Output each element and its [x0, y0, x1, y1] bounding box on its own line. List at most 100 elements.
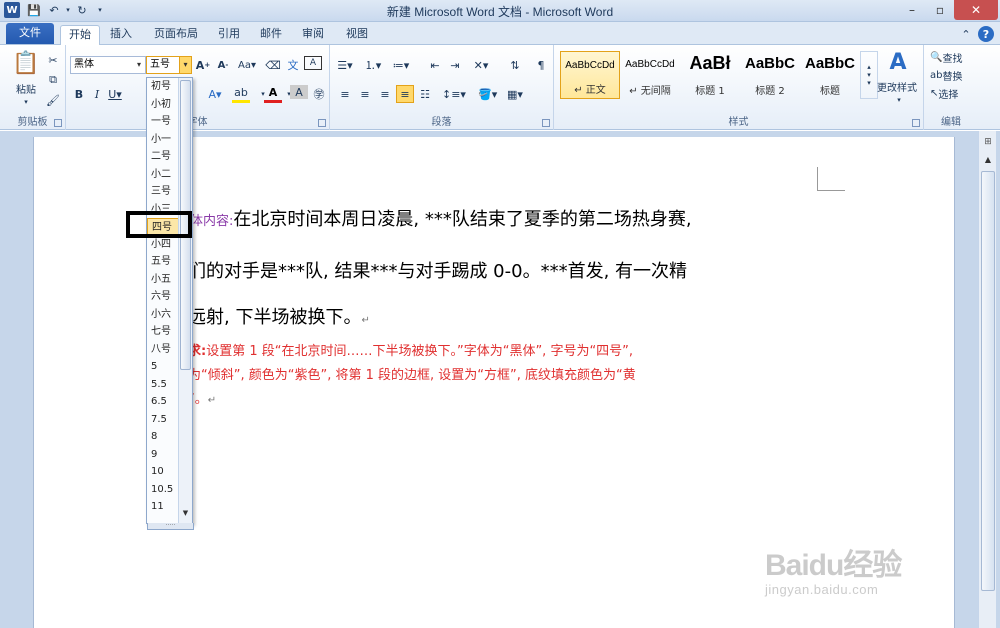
paragraph-dialog-launcher[interactable]: [542, 119, 550, 127]
font-size-option[interactable]: 二号: [147, 148, 179, 166]
tab-review[interactable]: 审阅: [294, 25, 332, 45]
font-size-option[interactable]: 六号: [147, 288, 179, 306]
highlight-icon[interactable]: ab: [232, 85, 250, 103]
style-title[interactable]: AaBbC 标题: [800, 51, 860, 99]
phonetic-guide-icon[interactable]: 文: [284, 56, 302, 74]
font-size-option[interactable]: 八号: [147, 341, 179, 359]
tab-insert[interactable]: 插入: [102, 25, 140, 45]
font-size-option[interactable]: 8: [147, 428, 179, 446]
tab-page-layout[interactable]: 页面布局: [146, 25, 206, 45]
change-case-icon[interactable]: Aa▾: [238, 56, 256, 74]
shading-icon[interactable]: 🪣▾: [478, 85, 497, 103]
bold-icon[interactable]: B: [70, 85, 88, 103]
clipboard-dialog-launcher[interactable]: [54, 119, 62, 127]
show-formatting-icon[interactable]: ¶: [532, 56, 550, 74]
tab-view[interactable]: 视图: [338, 25, 376, 45]
font-size-option[interactable]: 小一: [147, 131, 179, 149]
tab-home[interactable]: 开始: [60, 25, 100, 45]
multilevel-list-icon[interactable]: ≔▾: [392, 56, 410, 74]
increase-indent-icon[interactable]: ⇥: [446, 56, 464, 74]
sort-icon[interactable]: ⇅: [506, 56, 524, 74]
clear-formatting-icon[interactable]: ⌫: [264, 56, 282, 74]
font-size-option[interactable]: 9: [147, 446, 179, 464]
minimize-button[interactable]: –: [898, 0, 926, 20]
find-button[interactable]: 🔍 查找: [930, 48, 978, 66]
line-spacing-icon[interactable]: ↕≡▾: [442, 85, 466, 103]
font-size-option[interactable]: 6.5: [147, 393, 179, 411]
font-size-option[interactable]: 小五: [147, 271, 179, 289]
tab-mailings[interactable]: 邮件: [252, 25, 290, 45]
font-size-option[interactable]: 五号: [147, 253, 179, 271]
grow-font-icon[interactable]: A +: [194, 56, 212, 74]
font-size-option[interactable]: 10: [147, 463, 179, 481]
style-no-spacing[interactable]: AaBbCcDd ↵ 无间隔: [620, 51, 680, 99]
character-border-icon[interactable]: A: [304, 56, 322, 70]
tab-file[interactable]: 文件: [6, 23, 54, 44]
font-size-option[interactable]: 小六: [147, 306, 179, 324]
tab-references[interactable]: 引用: [210, 25, 248, 45]
scroll-up-icon[interactable]: ▲: [980, 155, 996, 169]
dropdown-scroll-down-icon[interactable]: ▼: [180, 509, 191, 521]
align-left-icon[interactable]: ≡: [336, 85, 354, 103]
bullets-icon[interactable]: ☰▾: [336, 56, 354, 74]
styles-dialog-launcher[interactable]: [912, 119, 920, 127]
font-size-combo[interactable]: 五号 ▾: [146, 56, 192, 74]
font-size-option[interactable]: 小二: [147, 166, 179, 184]
font-size-option[interactable]: 5.5: [147, 376, 179, 394]
help-icon[interactable]: ?: [978, 26, 994, 42]
font-size-option[interactable]: 5: [147, 358, 179, 376]
numbering-icon[interactable]: ⒈▾: [364, 56, 382, 74]
font-size-option[interactable]: 一号: [147, 113, 179, 131]
body-line-3[interactable]: 远射, 下半场被换下。↵: [188, 303, 370, 329]
vertical-scrollbar[interactable]: ⊞ ▲: [978, 131, 996, 628]
font-size-option[interactable]: 小四: [147, 236, 179, 254]
body-line-2[interactable]: 们的对手是***队, 结果***与对手踢成 0-0。***首发, 有一次精: [188, 257, 687, 283]
align-right-icon[interactable]: ≡: [376, 85, 394, 103]
style-heading-2[interactable]: AaBbC 标题 2: [740, 51, 800, 99]
italic-icon[interactable]: I: [88, 85, 106, 103]
maximize-button[interactable]: ▫: [926, 0, 954, 20]
body-line-1[interactable]: 体内容:在北京时间本周日凌晨, ***队结束了夏季的第二场热身赛,: [190, 205, 692, 231]
font-size-option[interactable]: 小初: [147, 96, 179, 114]
align-center-icon[interactable]: ≡: [356, 85, 374, 103]
minimize-ribbon-icon[interactable]: ⌃: [958, 26, 974, 42]
text-effects-icon[interactable]: A▾: [206, 85, 224, 103]
format-painter-icon[interactable]: 🖌: [44, 91, 62, 109]
font-size-dropdown[interactable]: 初号 小初 一号 小一 二号 小二 三号 小三 四号 小四 五号 小五 六号 小六 七号 八号 5 5.5 6.5 7…: [146, 77, 194, 530]
change-styles-icon[interactable]: A: [880, 49, 916, 75]
select-button[interactable]: ↖ 选择: [930, 84, 978, 102]
font-dialog-launcher[interactable]: [318, 119, 326, 127]
decrease-indent-icon[interactable]: ⇤: [426, 56, 444, 74]
distributed-icon[interactable]: ☷: [416, 85, 434, 103]
borders-icon[interactable]: ▦▾: [506, 85, 524, 103]
justify-icon[interactable]: ≡: [396, 85, 414, 103]
paste-dropdown-icon[interactable]: ▾: [10, 93, 42, 111]
enclose-characters-icon[interactable]: ㊫: [310, 85, 328, 103]
font-name-combo[interactable]: 黑体 ▾: [70, 56, 146, 74]
paste-icon[interactable]: 📋: [12, 49, 40, 77]
change-styles-dropdown-icon[interactable]: ▾: [890, 91, 908, 109]
style-heading-1[interactable]: AaBł 标题 1: [680, 51, 740, 99]
font-size-option[interactable]: 10.5: [147, 481, 179, 499]
dropdown-scrollbar[interactable]: ▼: [178, 78, 192, 523]
style-normal[interactable]: AaBbCcDd ↵ 正文: [560, 51, 620, 99]
font-size-dropdown-icon[interactable]: ▾: [179, 57, 191, 73]
underline-icon[interactable]: U▾: [106, 85, 124, 103]
character-shading-icon[interactable]: A: [290, 85, 308, 99]
font-size-option[interactable]: 11: [147, 498, 179, 516]
font-size-option[interactable]: 7.5: [147, 411, 179, 429]
close-button[interactable]: ✕: [954, 0, 998, 20]
copy-icon[interactable]: ⧉: [44, 71, 62, 89]
font-size-option[interactable]: 三号: [147, 183, 179, 201]
requirement-line-1[interactable]: 求:设置第 1 段“在北京时间……下半场被换下。”字体为“黑体”, 字号为“四号…: [188, 340, 633, 359]
scroll-thumb[interactable]: [981, 171, 995, 591]
view-ruler-icon[interactable]: ⊞: [981, 137, 995, 151]
shrink-font-icon[interactable]: A-: [214, 56, 232, 74]
chinese-layout-icon[interactable]: ✕▾: [472, 56, 490, 74]
cut-icon[interactable]: ✂: [44, 51, 62, 69]
font-size-option[interactable]: 初号: [147, 78, 179, 96]
font-name-dropdown-icon[interactable]: ▾: [133, 57, 145, 73]
requirement-line-2[interactable]: 为“倾斜”, 颜色为“紫色”, 将第 1 段的边框, 设置为“方框”, 底纹填充…: [188, 364, 636, 383]
font-size-option[interactable]: 七号: [147, 323, 179, 341]
dropdown-resize-grip[interactable]: ·····: [147, 523, 194, 530]
